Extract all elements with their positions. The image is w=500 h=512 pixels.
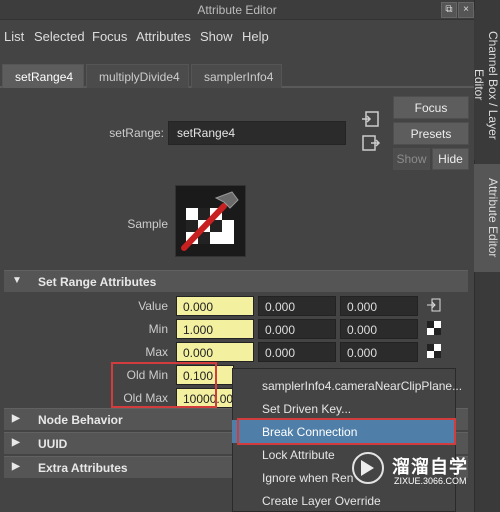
focus-button[interactable]: Focus [393, 96, 469, 119]
value-label: Value [138, 299, 168, 313]
select-output-icon[interactable] [360, 134, 382, 154]
tab-attribute-editor[interactable]: Attribute Editor [474, 164, 500, 272]
select-input-icon[interactable] [360, 110, 382, 130]
sample-swatch-icon[interactable] [175, 185, 246, 257]
section-label: Extra Attributes [38, 461, 128, 475]
hide-button[interactable]: Hide [432, 148, 469, 170]
max-z-field[interactable]: 0.000 [340, 342, 418, 362]
expand-arrow-icon: ▶ [12, 461, 20, 472]
min-x-field[interactable]: 1.000 [176, 319, 254, 339]
menu-show[interactable]: Show [200, 29, 233, 44]
play-icon [361, 460, 374, 476]
section-label: UUID [38, 437, 68, 451]
min-y-field[interactable]: 0.000 [258, 319, 336, 339]
menu-item-create-layer-override[interactable]: Create Layer Override [232, 489, 456, 512]
max-x-field[interactable]: 0.000 [176, 342, 254, 362]
collapse-arrow-icon: ▼ [12, 275, 22, 286]
map-texture-icon[interactable] [427, 344, 441, 358]
section-label: Node Behavior [38, 413, 123, 427]
section-label: Set Range Attributes [38, 275, 157, 289]
annotation-highlight-box [237, 418, 456, 445]
node-name-field[interactable]: setRange4 [168, 121, 346, 145]
tab-channel-box[interactable]: Channel Box / Layer Editor [472, 10, 500, 160]
value-x-field[interactable]: 0.000 [176, 296, 254, 316]
min-label: Min [148, 322, 168, 336]
node-type-label: setRange: [109, 126, 164, 140]
menu-selected[interactable]: Selected [34, 29, 85, 44]
tab-setrange4[interactable]: setRange4 [2, 64, 84, 88]
connection-arrow-icon[interactable] [427, 298, 441, 312]
annotation-highlight-box [111, 362, 217, 408]
tab-multiplydivide4[interactable]: multiplyDivide4 [86, 64, 189, 88]
show-button[interactable]: Show [393, 148, 430, 170]
menu-attributes[interactable]: Attributes [136, 29, 191, 44]
menu-item-set-driven-key[interactable]: Set Driven Key... [232, 397, 456, 420]
sample-label: Sample [127, 217, 168, 231]
menu-focus[interactable]: Focus [92, 29, 127, 44]
watermark-url: ZIXUE.3066.COM [394, 476, 467, 486]
value-z-field[interactable]: 0.000 [340, 296, 418, 316]
menu-item-source-connection[interactable]: samplerInfo4.cameraNearClipPlane... [232, 374, 462, 397]
max-label: Max [145, 345, 168, 359]
max-y-field[interactable]: 0.000 [258, 342, 336, 362]
float-window-icon[interactable]: ⧉ [441, 2, 457, 18]
menu-list[interactable]: List [4, 29, 24, 44]
expand-arrow-icon: ▶ [12, 437, 20, 448]
tab-samplerinfo4[interactable]: samplerInfo4 [191, 64, 282, 88]
window-title: Attribute Editor [197, 3, 277, 17]
presets-button[interactable]: Presets [393, 122, 469, 145]
menu-help[interactable]: Help [242, 29, 269, 44]
min-z-field[interactable]: 0.000 [340, 319, 418, 339]
value-y-field[interactable]: 0.000 [258, 296, 336, 316]
expand-arrow-icon: ▶ [12, 413, 20, 424]
close-icon[interactable]: × [458, 2, 474, 18]
section-set-range-attributes[interactable]: ▼ Set Range Attributes [4, 270, 468, 292]
map-texture-icon[interactable] [427, 321, 441, 335]
